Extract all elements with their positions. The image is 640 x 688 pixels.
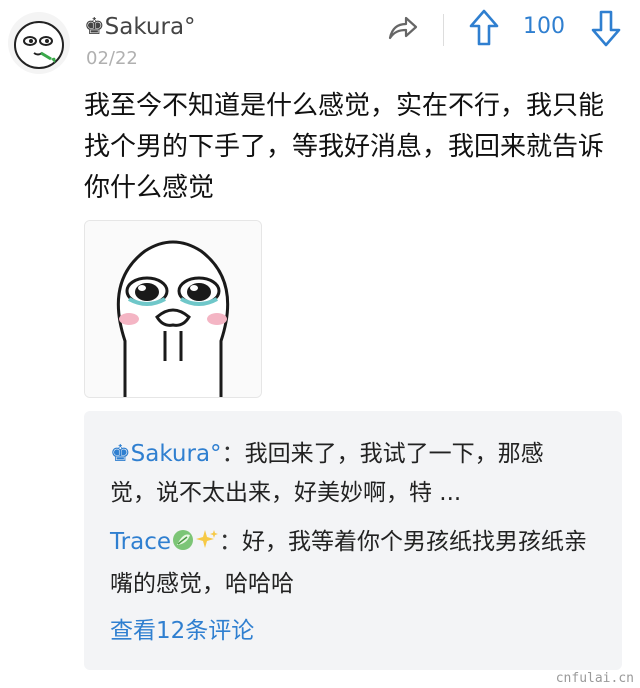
doodle-face-avatar-icon — [14, 21, 64, 69]
share-button[interactable] — [384, 10, 420, 46]
action-divider — [443, 14, 444, 46]
comment-separator: ： — [221, 441, 245, 467]
arrow-up-icon — [469, 9, 499, 46]
view-all-comments-link[interactable]: 查看12条评论 — [110, 611, 254, 645]
author-avatar[interactable] — [8, 12, 70, 74]
post-body: 我至今不知道是什么感觉，实在不行，我只能找个男的下手了，等我好消息，我回来就告诉… — [84, 91, 605, 203]
sparkles-emoji-icon — [195, 526, 219, 565]
watermark: cnfulai.cn — [555, 671, 634, 686]
comment-preview-box[interactable]: ♚Sakura°：我回来了，我试了一下，那感觉，说不太出来，好美妙啊，特 ...… — [84, 411, 622, 670]
crying-face-sticker-icon — [85, 221, 261, 397]
arrow-down-icon — [591, 10, 621, 47]
post-date: 02/22 — [86, 48, 138, 69]
post-image[interactable] — [84, 220, 262, 398]
comment-item[interactable]: Trace ：好，我等着你个男孩纸找男孩纸亲嘴的感觉，哈哈哈 — [110, 523, 588, 604]
upvote-button[interactable] — [468, 8, 500, 48]
comment-separator: ： — [219, 529, 243, 555]
post-author[interactable]: ♚Sakura° — [84, 14, 196, 40]
downvote-button[interactable] — [590, 8, 622, 48]
vote-count: 100 — [523, 14, 565, 39]
share-arrow-icon — [388, 16, 418, 40]
leaf-emoji-icon — [171, 526, 195, 565]
comment-item[interactable]: ♚Sakura°：我回来了，我试了一下，那感觉，说不太出来，好美妙啊，特 ... — [110, 435, 588, 513]
comment-author[interactable]: ♚Sakura° — [110, 441, 222, 467]
comment-author[interactable]: Trace — [110, 529, 171, 555]
